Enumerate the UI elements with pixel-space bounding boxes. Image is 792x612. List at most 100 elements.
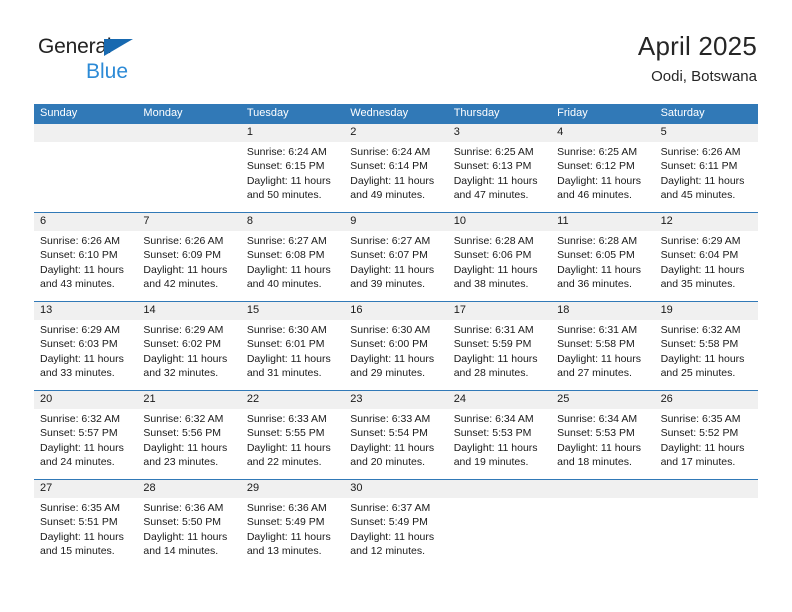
day-cell-6[interactable]: Sunrise: 6:26 AM Sunset: 6:10 PM Daylight:…: [34, 234, 137, 301]
day-number-21[interactable]: 21: [137, 391, 240, 409]
day-number-26[interactable]: 26: [655, 391, 758, 409]
day-cell-12[interactable]: Sunrise: 6:29 AM Sunset: 6:04 PM Daylight:…: [655, 234, 758, 301]
day-number-4[interactable]: 4: [551, 124, 654, 142]
day-cell-2[interactable]: Sunrise: 6:24 AM Sunset: 6:14 PM Daylight:…: [344, 145, 447, 212]
day-number-27[interactable]: 27: [34, 480, 137, 498]
day-cell-16[interactable]: Sunrise: 6:30 AM Sunset: 6:00 PM Daylight:…: [344, 323, 447, 390]
day-number-20[interactable]: 20: [34, 391, 137, 409]
day-25-sunset: Sunset: 5:53 PM: [557, 427, 635, 440]
day-4-sunrise: Sunrise: 6:25 AM: [557, 146, 638, 158]
day-27-sunrise: Sunrise: 6:35 AM: [40, 502, 120, 514]
day-23-daylight-line-1: Daylight: 11 hours: [350, 441, 435, 454]
day-number-11[interactable]: 11: [551, 213, 654, 231]
weekday-label-monday: Monday: [143, 107, 183, 119]
day-cell-22[interactable]: Sunrise: 6:33 AM Sunset: 5:55 PM Daylight:…: [241, 412, 344, 479]
day-7-sunrise: Sunrise: 6:26 AM: [143, 235, 224, 247]
day-13-daylight-line-2: and 33 minutes.: [40, 367, 115, 380]
day-cell-7[interactable]: Sunrise: 6:26 AM Sunset: 6:09 PM Daylight:…: [137, 234, 240, 301]
weekday-label-tuesday: Tuesday: [246, 107, 289, 119]
day-26-sunrise: Sunrise: 6:35 AM: [660, 413, 741, 425]
day-cell-15[interactable]: Sunrise: 6:30 AM Sunset: 6:01 PM Daylight:…: [241, 323, 344, 390]
day-number-24[interactable]: 24: [448, 391, 551, 409]
day-6-daylight-line-2: and 43 minutes.: [40, 278, 115, 291]
day-number-1[interactable]: 1: [241, 124, 344, 142]
day-30-sunrise: Sunrise: 6:37 AM: [350, 502, 431, 514]
day-16-daylight-line-1: Daylight: 11 hours: [350, 352, 435, 365]
day-cell-11[interactable]: Sunrise: 6:28 AM Sunset: 6:05 PM Daylight:…: [551, 234, 654, 301]
day-cell-28[interactable]: Sunrise: 6:36 AM Sunset: 5:50 PM Daylight:…: [137, 501, 240, 568]
day-cell-30[interactable]: Sunrise: 6:37 AM Sunset: 5:49 PM Daylight:…: [344, 501, 447, 568]
day-cell-29[interactable]: Sunrise: 6:36 AM Sunset: 5:49 PM Daylight:…: [241, 501, 344, 568]
day-number-13[interactable]: 13: [34, 302, 137, 320]
weekday-label-sunday: Sunday: [40, 107, 78, 119]
day-16-sunrise: Sunrise: 6:30 AM: [350, 324, 431, 336]
day-number-22[interactable]: 22: [241, 391, 344, 409]
weekday-header-row: Sunday Monday Tuesday Wednesday Thursday Frid…: [34, 104, 758, 124]
day-number-3[interactable]: 3: [448, 124, 551, 142]
day-5-daylight-line-1: Daylight: 11 hours: [660, 174, 745, 187]
day-number-5[interactable]: 5: [655, 124, 758, 142]
day-number-2[interactable]: 2: [344, 124, 447, 142]
day-cell-20[interactable]: Sunrise: 6:32 AM Sunset: 5:57 PM Daylight:…: [34, 412, 137, 479]
day-9-daylight-line-2: and 39 minutes.: [350, 278, 425, 291]
day-12-daylight-line-2: and 35 minutes.: [660, 278, 736, 291]
day-number-8[interactable]: 8: [241, 213, 344, 231]
day-number-19[interactable]: 19: [655, 302, 758, 320]
day-cell-21[interactable]: Sunrise: 6:32 AM Sunset: 5:56 PM Daylight:…: [137, 412, 240, 479]
day-number-16[interactable]: 16: [344, 302, 447, 320]
day-cell-17[interactable]: Sunrise: 6:31 AM Sunset: 5:59 PM Daylight:…: [448, 323, 551, 390]
day-cell-10[interactable]: Sunrise: 6:28 AM Sunset: 6:06 PM Daylight:…: [448, 234, 551, 301]
day-26-daylight-line-1: Daylight: 11 hours: [660, 441, 745, 454]
day-23-daylight-line-2: and 20 minutes.: [350, 456, 425, 469]
day-cell-25[interactable]: Sunrise: 6:34 AM Sunset: 5:53 PM Daylight:…: [551, 412, 654, 479]
day-cell-5[interactable]: Sunrise: 6:26 AM Sunset: 6:11 PM Daylight:…: [655, 145, 758, 212]
day-8-daylight-line-2: and 40 minutes.: [246, 278, 322, 291]
day-number-25[interactable]: 25: [551, 391, 654, 409]
day-number-15[interactable]: 15: [241, 302, 344, 320]
day-21-daylight-line-1: Daylight: 11 hours: [143, 441, 228, 454]
day-number-6[interactable]: 6: [34, 213, 137, 231]
day-cell-9[interactable]: Sunrise: 6:27 AM Sunset: 6:07 PM Daylight:…: [344, 234, 447, 301]
day-cell-empty: [551, 501, 654, 568]
day-number-14[interactable]: 14: [137, 302, 240, 320]
day-cell-3[interactable]: Sunrise: 6:25 AM Sunset: 6:13 PM Daylight:…: [448, 145, 551, 212]
day-number-18[interactable]: 18: [551, 302, 654, 320]
day-number-29[interactable]: 29: [241, 480, 344, 498]
day-23-sunset: Sunset: 5:54 PM: [350, 427, 428, 440]
day-number-10[interactable]: 10: [448, 213, 551, 231]
day-cell-14[interactable]: Sunrise: 6:29 AM Sunset: 6:02 PM Daylight:…: [137, 323, 240, 390]
day-cell-19[interactable]: Sunrise: 6:32 AM Sunset: 5:58 PM Daylight:…: [655, 323, 758, 390]
day-cell-1[interactable]: Sunrise: 6:24 AM Sunset: 6:15 PM Daylight:…: [241, 145, 344, 212]
day-cell-27[interactable]: Sunrise: 6:35 AM Sunset: 5:51 PM Daylight:…: [34, 501, 137, 568]
general-blue-logo[interactable]: General Blue: [38, 36, 158, 86]
day-number-empty: [137, 124, 240, 142]
day-number-23[interactable]: 23: [344, 391, 447, 409]
day-cell-13[interactable]: Sunrise: 6:29 AM Sunset: 6:03 PM Daylight:…: [34, 323, 137, 390]
day-cell-23[interactable]: Sunrise: 6:33 AM Sunset: 5:54 PM Daylight:…: [344, 412, 447, 479]
day-number-9[interactable]: 9: [344, 213, 447, 231]
day-cell-24[interactable]: Sunrise: 6:34 AM Sunset: 5:53 PM Daylight:…: [448, 412, 551, 479]
day-cell-8[interactable]: Sunrise: 6:27 AM Sunset: 6:08 PM Daylight:…: [241, 234, 344, 301]
weekday-label-saturday: Saturday: [660, 107, 705, 119]
day-14-daylight-line-2: and 32 minutes.: [143, 367, 219, 380]
day-22-sunrise: Sunrise: 6:33 AM: [246, 413, 327, 425]
weekday-label-thursday: Thursday: [453, 107, 500, 119]
day-number-12[interactable]: 12: [655, 213, 758, 231]
day-number-empty: [655, 480, 758, 498]
day-cell-26[interactable]: Sunrise: 6:35 AM Sunset: 5:52 PM Daylight:…: [655, 412, 758, 479]
day-number-17[interactable]: 17: [448, 302, 551, 320]
day-5-sunrise: Sunrise: 6:26 AM: [660, 146, 741, 158]
day-30-daylight-line-1: Daylight: 11 hours: [350, 530, 435, 543]
day-8-sunrise: Sunrise: 6:27 AM: [246, 235, 327, 247]
day-15-daylight-line-1: Daylight: 11 hours: [246, 352, 331, 365]
day-cell-18[interactable]: Sunrise: 6:31 AM Sunset: 5:58 PM Daylight:…: [551, 323, 654, 390]
day-21-sunrise: Sunrise: 6:32 AM: [143, 413, 224, 425]
day-9-sunrise: Sunrise: 6:27 AM: [350, 235, 431, 247]
day-cell-4[interactable]: Sunrise: 6:25 AM Sunset: 6:12 PM Daylight:…: [551, 145, 654, 212]
day-number-7[interactable]: 7: [137, 213, 240, 231]
day-6-daylight-line-1: Daylight: 11 hours: [40, 263, 124, 276]
calendar-weeks: 1 2 3 4 5 Sunrise: 6:24 AM Sunset: 6:15 PM Dayl…: [34, 124, 758, 568]
day-number-30[interactable]: 30: [344, 480, 447, 498]
day-17-sunset: Sunset: 5:59 PM: [453, 338, 532, 351]
day-number-28[interactable]: 28: [137, 480, 240, 498]
